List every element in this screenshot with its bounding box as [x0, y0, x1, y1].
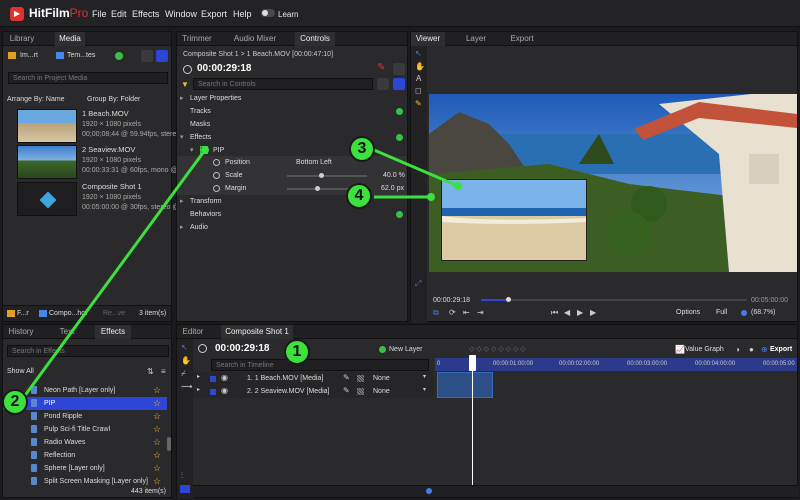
callout-1: 1 [284, 339, 310, 365]
callout-lines [16, 146, 462, 406]
callout-2: 2 [2, 389, 28, 415]
callout-4: 4 [346, 183, 372, 209]
callout-3: 3 [349, 136, 375, 162]
